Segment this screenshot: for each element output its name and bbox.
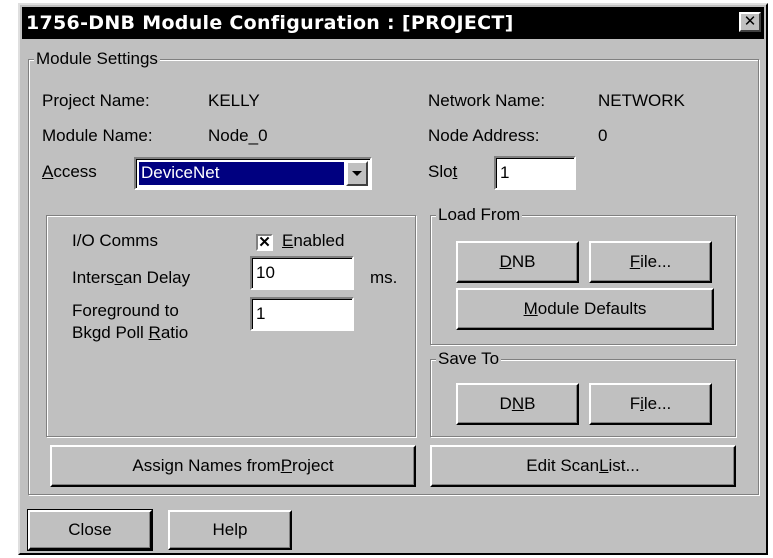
load-file-button[interactable]: File... <box>589 241 712 283</box>
slot-label: Slot <box>428 162 457 182</box>
save-dnb-hotkey: N <box>511 394 525 413</box>
network-name-label: Network Name: <box>428 91 546 110</box>
edit-scan-list-button[interactable]: Edit Scan List... <box>430 445 736 487</box>
dialog-window: 1756-DNB Module Configuration : [PROJECT… <box>18 3 768 555</box>
access-selected-value: DeviceNet <box>139 162 344 185</box>
fg-ratio-label-line2: Bkgd Poll Ratio <box>72 323 188 343</box>
interscan-label-pre: Inters <box>72 268 115 287</box>
assign-names-pre: Assign Names from <box>132 456 281 475</box>
title-bar[interactable]: 1756-DNB Module Configuration : [PROJECT… <box>22 7 764 39</box>
edit-scan-post: ist... <box>608 456 640 475</box>
enabled-label: Enabled <box>282 231 344 251</box>
fg-label-hotkey: R <box>148 323 161 342</box>
load-file-rest: ile... <box>640 252 672 271</box>
defaults-rest: odule Defaults <box>537 299 647 318</box>
assign-names-hotkey: P <box>280 456 293 475</box>
assign-names-post: roject <box>292 456 334 475</box>
close-button-label: Close <box>68 520 112 539</box>
io-comms-label: I/O Comms <box>72 231 158 250</box>
slot-label-hotkey: t <box>452 162 458 181</box>
close-icon: ✕ <box>743 12 757 30</box>
dropdown-arrow-button[interactable] <box>346 161 368 186</box>
interscan-delay-label: Interscan Delay <box>72 268 190 288</box>
assign-names-button[interactable]: Assign Names from Project <box>50 445 416 487</box>
node-address-label: Node Address: <box>428 126 540 145</box>
interscan-unit-label: ms. <box>370 268 398 287</box>
save-file-post: le... <box>643 394 672 413</box>
save-dnb-pre: D <box>499 394 512 413</box>
interscan-label-post: an Delay <box>123 268 191 287</box>
fg-ratio-label-line1: Foreground to <box>72 301 179 320</box>
chevron-down-icon <box>352 171 362 176</box>
node-address-value: 0 <box>598 126 608 145</box>
save-to-legend: Save To <box>436 349 502 369</box>
slot-label-pre: Slo <box>428 162 453 181</box>
edit-scan-hotkey: L <box>599 456 609 475</box>
save-file-pre: F <box>629 394 641 413</box>
project-name-label: Project Name: <box>42 91 150 110</box>
window-title: 1756-DNB Module Configuration : [PROJECT… <box>26 12 514 34</box>
slot-field[interactable] <box>494 156 576 190</box>
load-from-legend: Load From <box>436 205 523 225</box>
check-icon: ✕ <box>258 234 271 251</box>
load-dnb-hotkey: D <box>499 252 512 271</box>
fg-ratio-field[interactable] <box>250 297 354 331</box>
access-label-rest: ccess <box>53 162 97 181</box>
close-button[interactable]: Close <box>27 509 153 551</box>
module-name-value: Node_0 <box>208 126 268 145</box>
project-name-value: KELLY <box>208 91 260 110</box>
access-label: Access <box>42 162 97 182</box>
access-label-hotkey: A <box>42 162 54 181</box>
load-file-hotkey: F <box>629 252 641 271</box>
edit-scan-pre: Edit Scan <box>526 456 600 475</box>
help-button-label: Help <box>212 520 248 539</box>
module-defaults-button[interactable]: Module Defaults <box>456 288 714 330</box>
save-dnb-button[interactable]: DNB <box>456 383 579 425</box>
help-button[interactable]: Help <box>168 510 292 550</box>
load-dnb-rest: NB <box>511 252 536 271</box>
save-dnb-post: B <box>524 394 536 413</box>
fg-label-post: atio <box>160 323 189 342</box>
close-window-button[interactable]: ✕ <box>739 12 761 32</box>
access-dropdown[interactable]: DeviceNet <box>134 157 372 190</box>
interscan-label-hotkey: c <box>114 268 124 287</box>
enabled-checkbox[interactable]: ✕ <box>256 234 273 251</box>
load-dnb-button[interactable]: D NB <box>456 241 579 283</box>
module-name-label: Module Name: <box>42 126 153 145</box>
enabled-label-rest: nabled <box>293 231 345 250</box>
save-file-button[interactable]: Fi le... <box>589 383 712 425</box>
interscan-delay-field[interactable] <box>250 256 354 290</box>
defaults-hotkey: M <box>523 299 538 318</box>
module-settings-legend: Module Settings <box>34 49 160 69</box>
fg-label-pre: Bkgd Poll <box>72 323 149 342</box>
enabled-label-hotkey: E <box>282 231 294 250</box>
network-name-value: NETWORK <box>598 91 685 110</box>
